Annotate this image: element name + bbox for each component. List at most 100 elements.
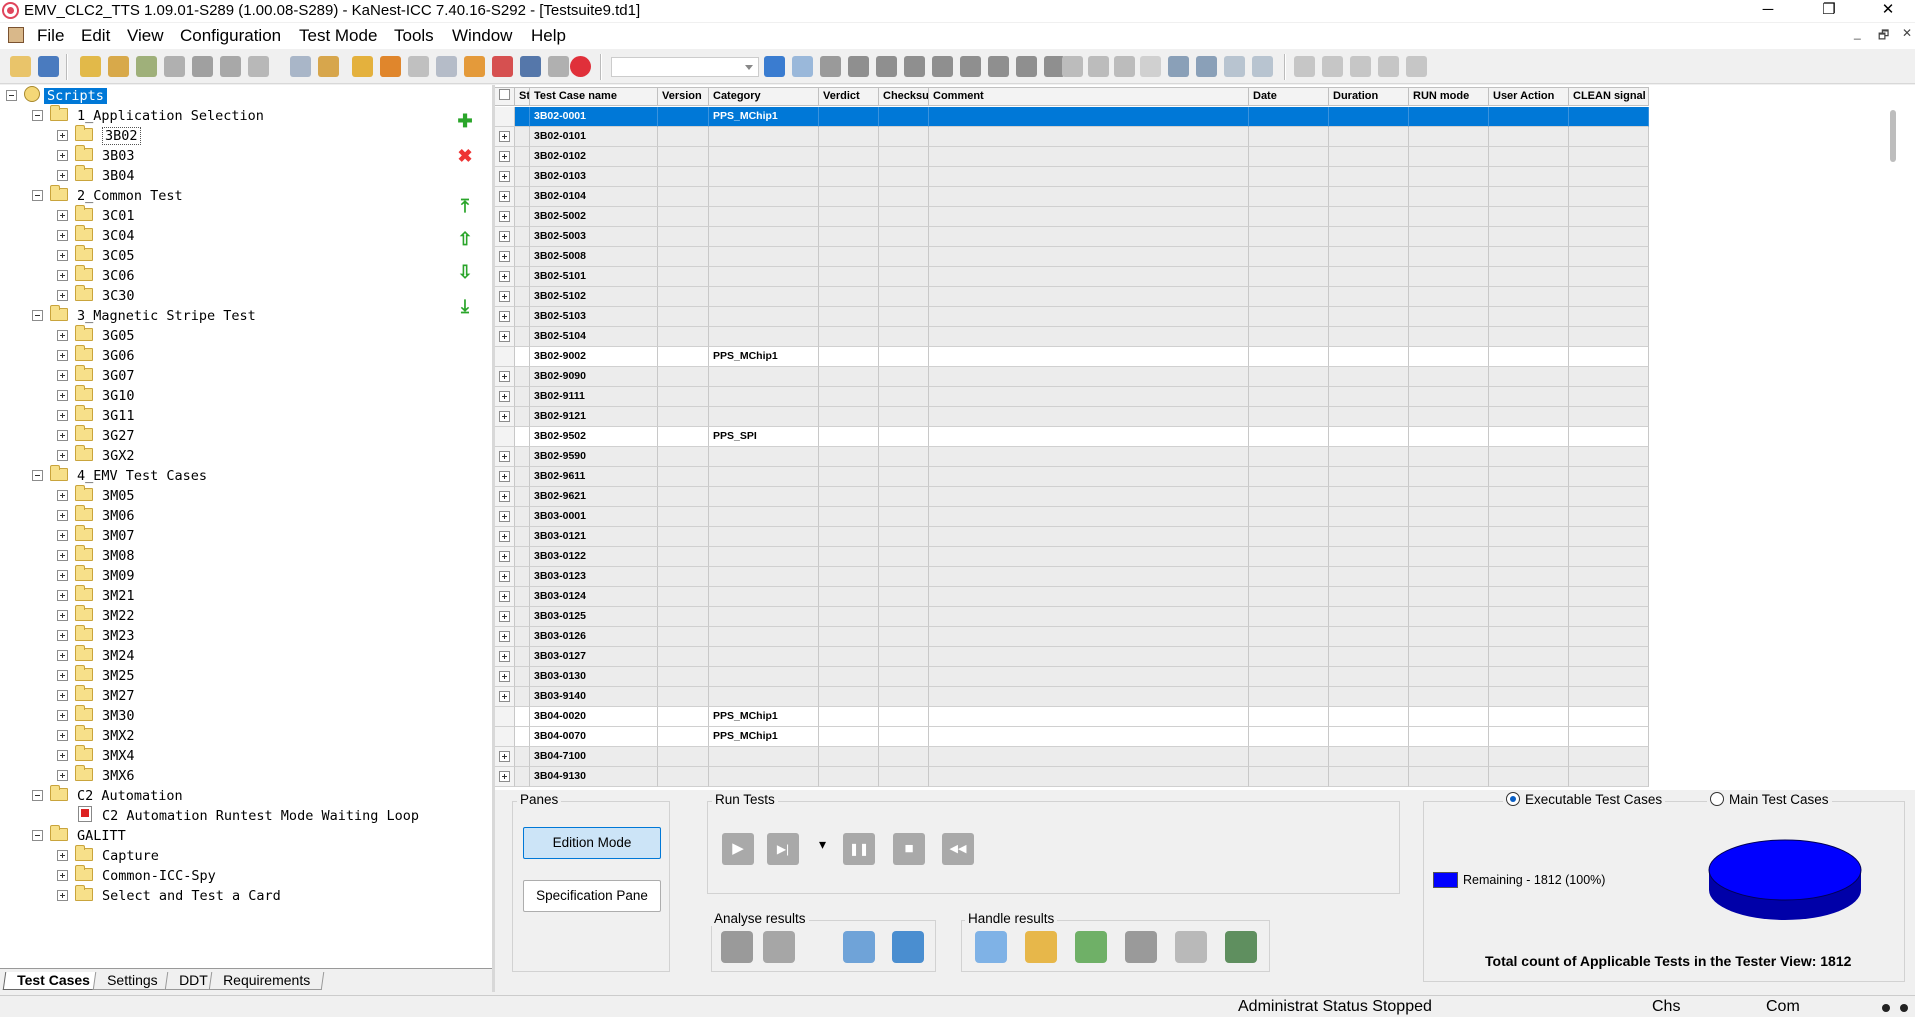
tree-item[interactable]: 3M21 [57,584,135,607]
transfer-icon[interactable] [1196,56,1217,77]
row-expander[interactable] [495,747,515,767]
report-icon[interactable] [520,56,541,77]
xml-icon[interactable] [1140,56,1161,77]
doc-settings-icon[interactable] [843,931,875,963]
expand-icon[interactable] [499,491,510,502]
menu-file[interactable]: File [37,26,64,46]
expand-icon[interactable] [57,449,68,461]
column-header[interactable]: User Action [1489,87,1569,106]
expand-icon[interactable] [57,489,68,501]
table-row[interactable]: 3B03-0130 [495,667,1653,687]
expand-icon[interactable] [57,249,68,261]
tab-settings[interactable]: Settings [92,972,172,990]
table-row[interactable]: 3B03-0123 [495,567,1653,587]
expand-icon[interactable] [57,869,68,881]
menu-view[interactable]: View [127,26,164,46]
expand-icon[interactable] [499,631,510,642]
table-row[interactable]: 3B02-5008 [495,247,1653,267]
tree-item[interactable]: 3M07 [57,524,135,547]
tree-item[interactable]: 3G27 [57,424,135,447]
collapse-icon[interactable] [6,89,17,101]
tab-requirements[interactable]: Requirements [208,972,325,990]
row-expander[interactable] [495,507,515,527]
row-expander[interactable] [495,607,515,627]
table-row[interactable]: 3B03-0127 [495,647,1653,667]
move-down-icon[interactable]: ⇩ [456,263,474,281]
expand-icon[interactable] [499,511,510,522]
connect-icon[interactable] [192,56,213,77]
restore-button[interactable]: ❐ [1806,0,1852,22]
column-header[interactable]: Test Case name [530,87,658,106]
tree-item[interactable]: 3C04 [57,224,135,247]
expand-icon[interactable] [499,89,510,100]
menu-window[interactable]: Window [452,26,512,46]
expand-icon[interactable] [57,229,68,241]
expand-icon[interactable] [499,651,510,662]
column-header[interactable]: Sta [515,87,530,106]
expand-icon[interactable] [57,529,68,541]
expand-icon[interactable] [499,771,510,782]
tree-group[interactable]: 1_Application Selection [32,104,264,127]
search-verdict-icon[interactable] [988,56,1009,77]
tree-item[interactable]: 3M08 [57,544,135,567]
row-expander[interactable] [495,247,515,267]
table-row[interactable]: 3B03-0125 [495,607,1653,627]
tree-item[interactable]: 3GX2 [57,444,135,467]
tree-item[interactable]: 3MX6 [57,764,135,787]
table-row[interactable]: 3B02-9002 PPS_MChip1 [495,347,1653,367]
table-row[interactable]: 3B03-9140 [495,687,1653,707]
collapse-icon[interactable] [32,469,43,481]
expand-icon[interactable] [57,349,68,361]
play-tool-icon[interactable] [436,56,457,77]
table-row[interactable]: 3B02-9502 PPS_SPI [495,427,1653,447]
move-bottom-icon[interactable]: ⤓ [456,297,474,315]
tree-item[interactable]: 3C01 [57,204,135,227]
row-expander[interactable] [495,147,515,167]
column-header[interactable]: Category [709,87,819,106]
expand-icon[interactable] [57,569,68,581]
tree-item[interactable]: 3M27 [57,684,135,707]
tree-item[interactable]: 3B04 [57,164,135,187]
table-row[interactable]: 3B02-9090 [495,367,1653,387]
expand-icon[interactable] [499,191,510,202]
table-row[interactable]: 3B02-5002 [495,207,1653,227]
battery-icon[interactable] [136,56,157,77]
tree-item[interactable]: 3M25 [57,664,135,687]
rewind-button[interactable]: ◀◀ [942,833,974,865]
expand-icon[interactable] [499,271,510,282]
tree-group[interactable]: 3_Magnetic Stripe Test [32,304,256,327]
close-button[interactable]: ✕ [1865,0,1911,22]
book-icon[interactable] [763,931,795,963]
settings-icon[interactable] [248,56,269,77]
expand-icon[interactable] [499,151,510,162]
tree-item[interactable]: 3M06 [57,504,135,527]
document-icon[interactable] [8,27,24,43]
expand-icon[interactable] [57,629,68,641]
add-icon[interactable]: ✚ [456,112,474,130]
expand-icon[interactable] [499,471,510,482]
tree-group[interactable]: C2 Automation [32,784,183,807]
expand-icon[interactable] [57,509,68,521]
doc-export-icon[interactable] [1294,56,1315,77]
expand-icon[interactable] [57,289,68,301]
find-all-icon[interactable] [932,56,953,77]
column-header[interactable]: Comment [929,87,1249,106]
expand-icon[interactable] [499,291,510,302]
tree-item[interactable]: 3M23 [57,624,135,647]
expand-icon[interactable] [57,849,68,861]
tree-item[interactable]: 3M09 [57,564,135,587]
table-row[interactable]: 3B04-0070 PPS_MChip1 [495,727,1653,747]
disconnect-icon[interactable] [220,56,241,77]
tree-item[interactable]: 3M30 [57,704,135,727]
align-center-icon[interactable] [1088,56,1109,77]
row-expander[interactable] [495,187,515,207]
tree-item[interactable]: 3G11 [57,404,135,427]
column-header[interactable]: Version [658,87,709,106]
table-row[interactable]: 3B02-0102 [495,147,1653,167]
expand-icon[interactable] [57,389,68,401]
row-expander[interactable] [495,707,515,727]
expand-icon[interactable] [57,429,68,441]
expand-icon[interactable] [57,609,68,621]
chat-icon[interactable] [464,56,485,77]
row-expander[interactable] [495,347,515,367]
